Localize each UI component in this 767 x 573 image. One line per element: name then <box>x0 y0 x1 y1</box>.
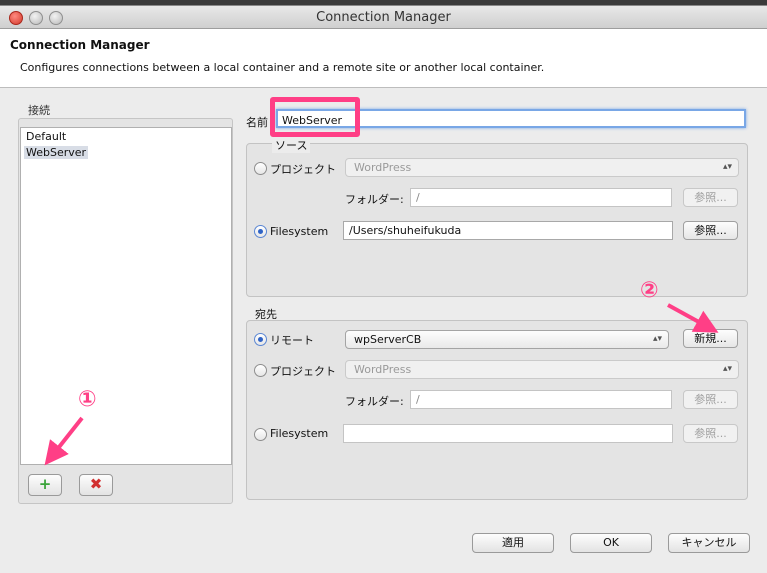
annotation-arrows <box>44 303 719 466</box>
arrow-to-add-button <box>44 416 84 466</box>
arrow-to-new-button <box>667 303 719 333</box>
